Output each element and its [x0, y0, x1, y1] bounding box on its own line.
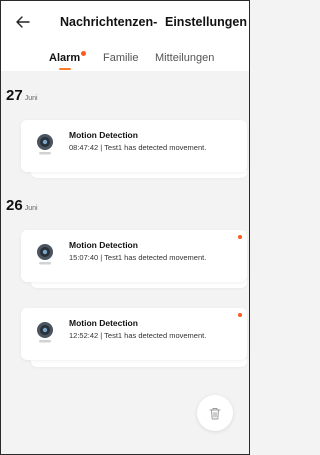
- notification-title: Motion Detection: [69, 318, 138, 328]
- tab-alarm[interactable]: Alarm: [49, 52, 80, 64]
- notification-description: 12:52:42 | Test1 has detected movement.: [69, 331, 207, 340]
- date-month: Juni: [24, 205, 38, 212]
- camera-icon: [37, 244, 53, 265]
- delete-button[interactable]: [197, 395, 233, 431]
- unread-indicator: [238, 235, 242, 239]
- date-day: 27: [6, 87, 23, 104]
- header: Nachrichtenzen- Einstellungen Alarm Fami…: [1, 1, 249, 71]
- notification-card[interactable]: Motion Detection 15:07:40 | Test1 has de…: [21, 230, 247, 282]
- date-heading: 26 Juni: [6, 197, 38, 215]
- notification-description: 08:47:42 | Test1 has detected movement.: [69, 143, 207, 152]
- date-heading: 27 Juni: [6, 87, 38, 105]
- arrow-left-icon: [16, 16, 30, 28]
- tab-mitteilungen[interactable]: Mitteilungen: [155, 52, 214, 64]
- settings-link[interactable]: Einstellungen: [165, 15, 247, 29]
- active-tab-indicator: [59, 68, 71, 70]
- camera-icon: [37, 134, 53, 155]
- trash-icon: [209, 407, 221, 419]
- notification-description: 15:07:40 | Test1 has detected movement.: [69, 253, 207, 262]
- camera-icon: [37, 322, 53, 343]
- page-title: Nachrichtenzen-: [60, 15, 158, 29]
- date-month: Juni: [24, 95, 38, 102]
- tab-alarm-badge: [81, 51, 86, 56]
- tab-familie[interactable]: Familie: [103, 52, 138, 64]
- date-day: 26: [6, 197, 23, 214]
- card-stack-shadow: [31, 359, 247, 367]
- notification-title: Motion Detection: [69, 240, 138, 250]
- notification-title: Motion Detection: [69, 130, 138, 140]
- notification-card[interactable]: Motion Detection 12:52:42 | Test1 has de…: [21, 308, 247, 360]
- notification-card[interactable]: Motion Detection 08:47:42 | Test1 has de…: [21, 120, 247, 172]
- back-button[interactable]: [13, 12, 33, 32]
- unread-indicator: [238, 313, 242, 317]
